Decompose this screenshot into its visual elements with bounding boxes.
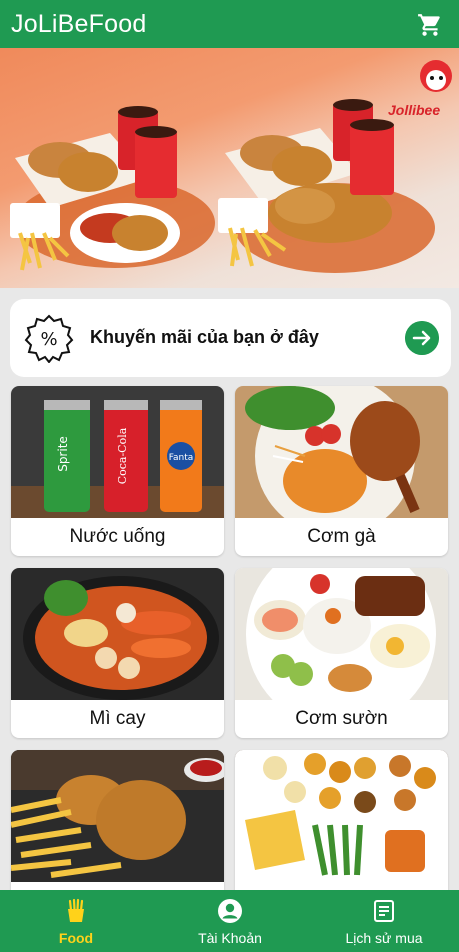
promo-text: Khuyến mãi của bạn ở đây — [90, 327, 319, 347]
chicken-rice-image — [235, 386, 448, 518]
category-card-chicken-rice[interactable]: Cơm gà — [235, 386, 448, 556]
arrow-right-icon[interactable] — [405, 321, 439, 355]
bottom-navigation: Food Tài Khoản Lịch sử mua — [0, 890, 459, 952]
nav-label: Food — [58, 930, 94, 946]
main-content[interactable]: % Khuyến mãi của bạn ở đây Sprite Coca-C… — [0, 288, 459, 890]
fries-icon — [68, 898, 84, 922]
promo-card[interactable]: % Khuyến mãi của bạn ở đây — [10, 299, 451, 377]
fried-chicken-image — [11, 750, 224, 882]
category-label: Cơm sườn — [295, 708, 388, 729]
category-card-snack-platter[interactable] — [235, 750, 448, 890]
category-card-spicy-noodles[interactable]: Mì cay — [11, 568, 224, 738]
category-label — [235, 882, 448, 890]
nav-item-account[interactable]: Tài Khoản — [189, 890, 271, 952]
category-label — [11, 882, 224, 890]
app-title: JoLiBeFood — [11, 9, 147, 38]
svg-text:Fanta: Fanta — [169, 453, 194, 463]
svg-text:Sprite: Sprite — [56, 436, 70, 472]
nav-label: Tài Khoản — [198, 930, 262, 946]
category-card-pork-rice[interactable]: Cơm sườn — [235, 568, 448, 738]
svg-text:%: % — [40, 329, 57, 350]
account-icon — [218, 899, 242, 923]
category-card-drinks[interactable]: Sprite Coca-Cola Fanta Nước uống — [11, 386, 224, 556]
spicy-noodles-image — [11, 568, 224, 700]
cart-icon[interactable] — [417, 12, 443, 38]
nav-label: Lịch sử mua — [345, 930, 423, 946]
nav-item-food[interactable]: Food — [44, 890, 108, 952]
category-card-fried-chicken[interactable] — [11, 750, 224, 890]
banner-illustration — [10, 60, 452, 273]
svg-text:Coca-Cola: Coca-Cola — [116, 427, 129, 484]
pork-rice-image — [235, 568, 448, 700]
category-label: Nước uống — [69, 526, 166, 547]
drinks-image: Sprite Coca-Cola Fanta — [11, 386, 224, 518]
jollibee-logo: Jollibee — [388, 102, 441, 118]
nav-item-purchase-history[interactable]: Lịch sử mua — [334, 890, 434, 952]
snack-platter-image — [235, 750, 448, 882]
receipt-icon — [374, 900, 394, 922]
category-label: Mì cay — [89, 708, 146, 729]
promo-banner[interactable]: Jollibee — [0, 48, 459, 288]
percent-badge-icon: % — [24, 314, 74, 363]
category-label: Cơm gà — [307, 526, 376, 547]
app-bar: JoLiBeFood — [0, 0, 459, 48]
